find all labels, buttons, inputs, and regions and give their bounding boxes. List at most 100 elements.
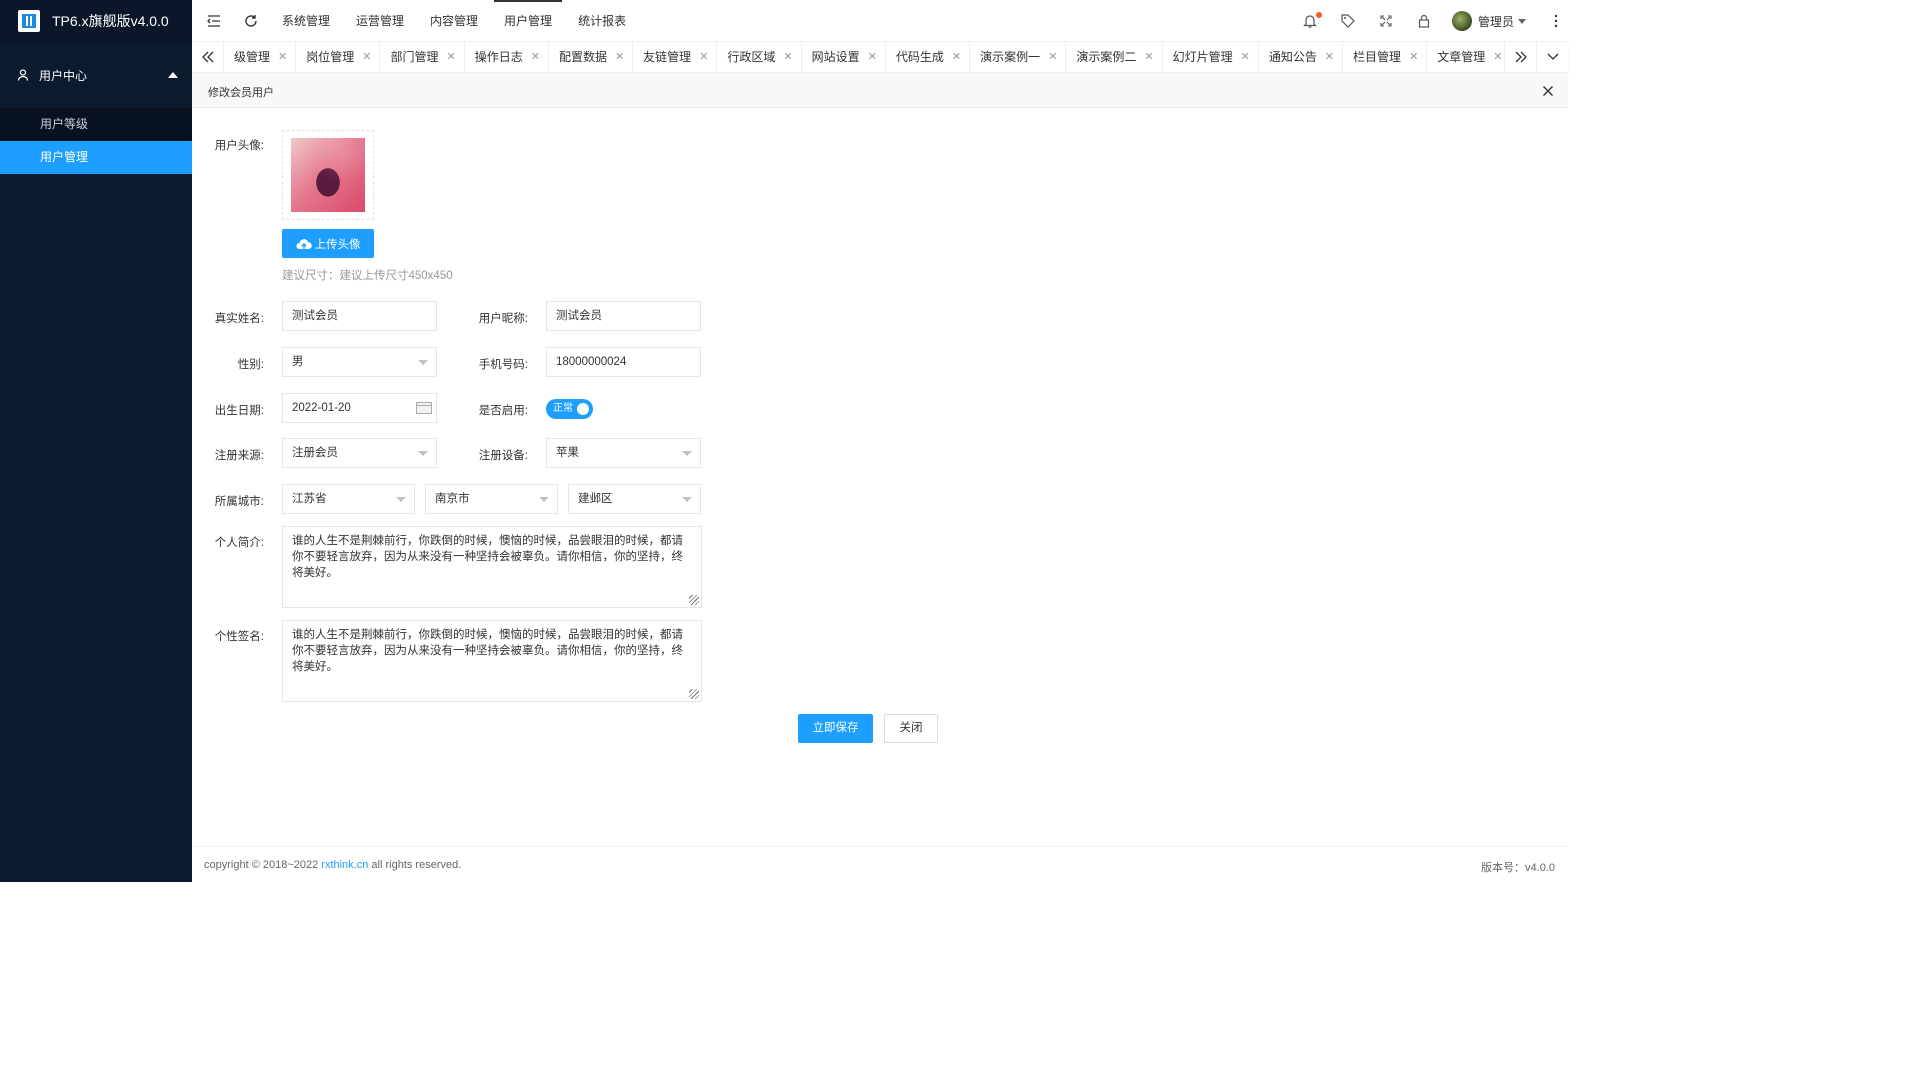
edit-member-form: 用户头像: 上传头像 建议尺寸：建议上传尺寸450x450 真实姓名: 测试会员… (192, 108, 1568, 846)
avatar-label: 用户头像: (214, 140, 264, 152)
tab-item[interactable]: 通知公告 ✕ (1259, 42, 1344, 72)
birthday-value: 2022-01-20 (292, 402, 351, 414)
more-icon[interactable] (1548, 13, 1564, 29)
tag-icon[interactable] (1340, 13, 1356, 29)
source-select[interactable]: 注册会员 (282, 438, 437, 468)
calendar-icon (416, 402, 432, 414)
close-button[interactable]: 关闭 (884, 714, 938, 743)
topnav-system[interactable]: 系统管理 (272, 0, 340, 42)
province-value: 江苏省 (292, 493, 327, 505)
close-icon[interactable]: ✕ (1493, 42, 1502, 72)
notification-dot (1316, 12, 1322, 18)
close-icon[interactable]: ✕ (1325, 42, 1334, 72)
province-select[interactable]: 江苏省 (282, 484, 415, 514)
device-label: 注册设备: (478, 450, 528, 462)
sidebar-item-user-manage[interactable]: 用户管理 (0, 141, 192, 174)
tab-item[interactable]: 配置数据 ✕ (549, 42, 634, 72)
close-icon[interactable]: ✕ (446, 42, 455, 72)
tab-item[interactable]: 演示案例二 ✕ (1066, 42, 1163, 72)
close-icon[interactable]: ✕ (699, 42, 708, 72)
intro-text: 谁的人生不是荆棘前行，你跌倒的时候，懊恼的时候，品尝眼泪的时候，都请你不要轻言放… (292, 535, 683, 579)
chevron-down-icon (396, 497, 406, 502)
sign-textarea[interactable]: 谁的人生不是荆棘前行，你跌倒的时候，懊恼的时候，品尝眼泪的时候，都请你不要轻言放… (282, 620, 702, 702)
nickname-input[interactable]: 测试会员 (546, 301, 701, 331)
topnav-stats[interactable]: 统计报表 (568, 0, 636, 42)
close-icon[interactable]: ✕ (278, 42, 287, 72)
tab-scroll-left[interactable] (192, 42, 224, 72)
close-icon[interactable]: ✕ (615, 42, 624, 72)
tab-item[interactable]: 网站设置 ✕ (802, 42, 886, 72)
tab-item[interactable]: 行政区域 ✕ (717, 42, 802, 72)
close-icon[interactable]: ✕ (1409, 42, 1418, 72)
close-icon[interactable]: ✕ (362, 42, 371, 72)
tab-dropdown[interactable] (1536, 42, 1568, 72)
tab-scroll-right[interactable] (1504, 42, 1536, 72)
app-logo[interactable]: TP6.x旗舰版v4.0.0 (0, 0, 192, 42)
tab-item[interactable]: 友链管理 ✕ (633, 42, 718, 72)
sidebar-item-user-level[interactable]: 用户等级 (0, 108, 192, 141)
gender-select[interactable]: 男 (282, 347, 437, 377)
topnav-content[interactable]: 内容管理 (420, 0, 488, 42)
close-icon[interactable]: ✕ (868, 42, 877, 72)
sign-label: 个性签名: (214, 631, 264, 643)
cloud-upload-icon (296, 238, 312, 250)
realname-label: 真实姓名: (214, 313, 264, 325)
close-icon[interactable]: ✕ (1048, 42, 1057, 72)
close-icon[interactable]: ✕ (1144, 42, 1153, 72)
close-icon[interactable]: ✕ (952, 42, 961, 72)
device-select[interactable]: 苹果 (546, 438, 701, 468)
tab-item[interactable]: 演示案例一 ✕ (970, 42, 1067, 72)
user-name: 管理员 (1477, 14, 1514, 29)
source-value: 注册会员 (292, 447, 338, 459)
chevron-down-icon (418, 360, 428, 365)
lock-icon[interactable] (1416, 13, 1432, 29)
avatar-preview (282, 130, 374, 220)
upload-avatar-button[interactable]: 上传头像 (282, 229, 374, 258)
menu-fold-icon[interactable] (206, 13, 222, 29)
close-icon[interactable]: ✕ (531, 42, 540, 72)
status-toggle-text: 正常 (553, 403, 573, 414)
tab-item[interactable]: 栏目管理 ✕ (1343, 42, 1428, 72)
tab-item[interactable]: 部门管理 ✕ (380, 42, 465, 72)
tab-item[interactable]: 级管理 ✕ (224, 42, 297, 72)
fullscreen-icon[interactable] (1378, 13, 1394, 29)
top-nav: 系统管理 运营管理 内容管理 用户管理 统计报表 (272, 0, 642, 42)
device-value: 苹果 (556, 447, 579, 459)
intro-textarea[interactable]: 谁的人生不是荆棘前行，你跌倒的时候，懊恼的时候，品尝眼泪的时候，都请你不要轻言放… (282, 526, 702, 608)
toggle-knob (577, 403, 589, 415)
topnav-user[interactable]: 用户管理 (494, 0, 563, 42)
realname-input[interactable]: 测试会员 (282, 301, 437, 331)
tab-item[interactable]: 岗位管理 ✕ (296, 42, 381, 72)
tab-item[interactable]: 幻灯片管理 ✕ (1163, 42, 1259, 72)
district-select[interactable]: 建邺区 (568, 484, 701, 514)
upload-avatar-label: 上传头像 (314, 238, 361, 251)
tab-strip: 级管理 ✕ 岗位管理 ✕ 部门管理 ✕ 操作日志 ✕ 配置数据 ✕ 友链管理 ✕ 行政区域 ✕… (224, 42, 1535, 72)
sidebar-group-user-center[interactable]: 用户中心 (0, 42, 192, 108)
resize-handle-icon[interactable] (689, 689, 699, 699)
save-button[interactable]: 立即保存 (798, 714, 873, 743)
birthday-input[interactable]: 2022-01-20 (282, 393, 437, 423)
close-icon[interactable]: ✕ (1241, 42, 1250, 72)
chevron-down-icon (682, 451, 692, 456)
footer-link[interactable]: rxthink.cn (321, 859, 368, 871)
tab-item[interactable]: 代码生成 ✕ (886, 42, 971, 72)
user-menu[interactable]: 管理员 (1451, 11, 1526, 31)
topnav-operation[interactable]: 运营管理 (346, 0, 414, 42)
city-select[interactable]: 南京市 (425, 484, 558, 514)
tab-item[interactable]: 文章管理 ✕ (1427, 42, 1512, 72)
sign-text: 谁的人生不是荆棘前行，你跌倒的时候，懊恼的时候，品尝眼泪的时候，都请你不要轻言放… (292, 629, 683, 673)
birthday-label: 出生日期: (214, 405, 264, 417)
chevron-down-icon (682, 497, 692, 502)
double-chevron-right-icon (1515, 51, 1527, 63)
close-icon[interactable] (1542, 85, 1554, 97)
resize-handle-icon[interactable] (689, 595, 699, 605)
sidebar-group-label: 用户中心 (39, 68, 88, 83)
close-icon[interactable]: ✕ (783, 42, 792, 72)
status-toggle[interactable]: 正常 (546, 399, 593, 419)
tab-item[interactable]: 操作日志 ✕ (465, 42, 549, 72)
mobile-input[interactable]: 18000000024 (546, 347, 701, 377)
refresh-icon[interactable] (243, 13, 259, 29)
gender-value: 男 (292, 356, 304, 368)
city-label: 所属城市: (214, 496, 264, 508)
sidebar-sub-list: 用户等级 用户管理 (0, 108, 192, 174)
